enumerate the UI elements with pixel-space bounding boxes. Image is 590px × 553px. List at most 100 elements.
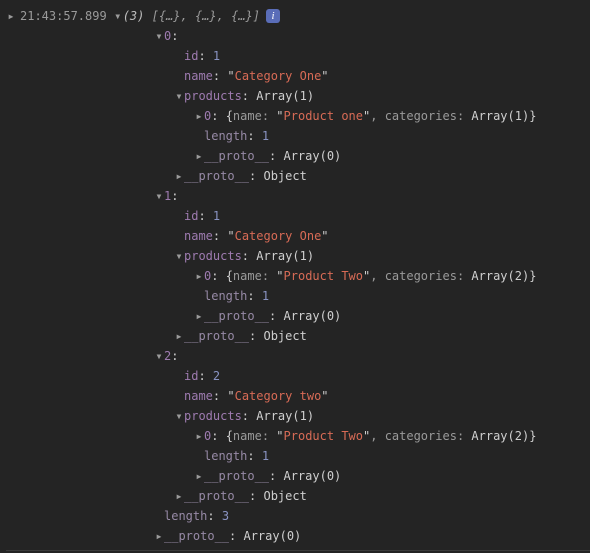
chevron-right-icon[interactable] [194,306,204,326]
prop-value: 1 [262,446,269,466]
prop-value: 1 [213,206,220,226]
array-preview: [{…}, {…}, {…}] [152,6,260,26]
prop-value: Array(1) [256,406,314,426]
prop-key: name [184,226,213,246]
prop-row[interactable]: __proto__: Object [6,486,590,506]
array-item-header[interactable]: 2: [6,346,590,366]
prop-row[interactable]: __proto__: Array(0) [6,466,590,486]
chevron-down-icon[interactable] [174,246,184,266]
prop-key: __proto__ [184,486,249,506]
array-item-header[interactable]: 0: [6,26,590,46]
inner-cats: Array(1) [471,106,529,126]
inner-key: categories [385,426,457,446]
prop-key: __proto__ [204,466,269,486]
prop-row[interactable]: length: 3 [6,506,590,526]
chevron-down-icon[interactable] [154,26,164,46]
prop-key: id [184,366,198,386]
log-entry[interactable]: 21:43:57.899 (3) [{…}, {…}, {…}] i [6,6,590,26]
inner-key: categories [385,266,457,286]
prop-key: length [204,126,247,146]
prop-key: id [184,46,198,66]
prop-key: length [204,446,247,466]
prop-value: Object [263,486,306,506]
inner-cats: Array(2) [471,426,529,446]
info-icon[interactable]: i [266,9,280,23]
chevron-right-icon[interactable] [194,466,204,486]
prop-row[interactable]: id: 1 [6,46,590,66]
inner-cats: Array(2) [471,266,529,286]
prop-row[interactable]: id: 1 [6,206,590,226]
chevron-right-icon[interactable] [174,166,184,186]
chevron-right-icon[interactable] [154,526,164,546]
prop-row[interactable]: length: 1 [6,446,590,466]
array-index: 0 [164,26,171,46]
prop-value: Object [263,326,306,346]
chevron-down-icon[interactable] [174,86,184,106]
prop-row[interactable]: products: Array(1) [6,86,590,106]
prop-row[interactable]: name: "Category One" [6,226,590,246]
prop-value: Array(0) [283,466,341,486]
chevron-down-icon[interactable] [113,6,123,26]
chevron-down-icon[interactable] [154,346,164,366]
inner-item-row[interactable]: 0: {name: "Product Two", categories: Arr… [6,266,590,286]
prop-key: name [184,66,213,86]
prop-key: products [184,86,242,106]
inner-key: name [233,106,262,126]
prop-value: 1 [262,126,269,146]
prop-row[interactable]: products: Array(1) [6,246,590,266]
prop-key: products [184,406,242,426]
array-item-header[interactable]: 1: [6,186,590,206]
prop-value: Object [263,166,306,186]
prop-key: __proto__ [204,146,269,166]
prop-value: 1 [213,46,220,66]
chevron-right-icon[interactable] [194,146,204,166]
prop-value: Array(0) [243,526,301,546]
chevron-down-icon[interactable] [174,406,184,426]
prop-key: length [204,286,247,306]
prop-value: 1 [262,286,269,306]
chevron-right-icon[interactable] [194,106,204,126]
prop-value: Category One [235,66,322,86]
prop-key: __proto__ [164,526,229,546]
prop-key: __proto__ [204,306,269,326]
array-index: 1 [164,186,171,206]
inner-key: name [233,426,262,446]
prop-key: __proto__ [184,166,249,186]
chevron-right-icon[interactable] [194,266,204,286]
array-count: (3) [123,6,145,26]
prop-row[interactable]: __proto__: Array(0) [6,526,590,546]
prop-row[interactable]: name: "Category two" [6,386,590,406]
prop-value: 2 [213,366,220,386]
inner-name: Product Two [284,266,363,286]
prop-row[interactable]: __proto__: Object [6,326,590,346]
prop-key: name [184,386,213,406]
inner-key: name [233,266,262,286]
prop-key: __proto__ [184,326,249,346]
inner-item-row[interactable]: 0: {name: "Product one", categories: Arr… [6,106,590,126]
prop-value: Array(1) [256,86,314,106]
prop-value: Category two [235,386,322,406]
chevron-down-icon[interactable] [154,186,164,206]
prop-row[interactable]: name: "Category One" [6,66,590,86]
inner-index: 0 [204,426,211,446]
prop-row[interactable]: length: 1 [6,126,590,146]
prop-value: Category One [235,226,322,246]
prop-key: id [184,206,198,226]
prop-row[interactable]: id: 2 [6,366,590,386]
prop-value: Array(0) [283,146,341,166]
prop-row[interactable]: __proto__: Array(0) [6,306,590,326]
prop-value: Array(1) [256,246,314,266]
prop-row[interactable]: products: Array(1) [6,406,590,426]
chevron-right-icon[interactable] [174,486,184,506]
array-index: 2 [164,346,171,366]
inner-item-row[interactable]: 0: {name: "Product Two", categories: Arr… [6,426,590,446]
prop-row[interactable]: length: 1 [6,286,590,306]
prop-key: products [184,246,242,266]
console-panel: 21:43:57.899 (3) [{…}, {…}, {…}] i 0: id… [0,0,590,553]
chevron-right-icon[interactable] [174,326,184,346]
inner-index: 0 [204,106,211,126]
chevron-right-icon[interactable] [194,426,204,446]
prop-row[interactable]: __proto__: Object [6,166,590,186]
prop-row[interactable]: __proto__: Array(0) [6,146,590,166]
chevron-right-icon [6,6,16,26]
